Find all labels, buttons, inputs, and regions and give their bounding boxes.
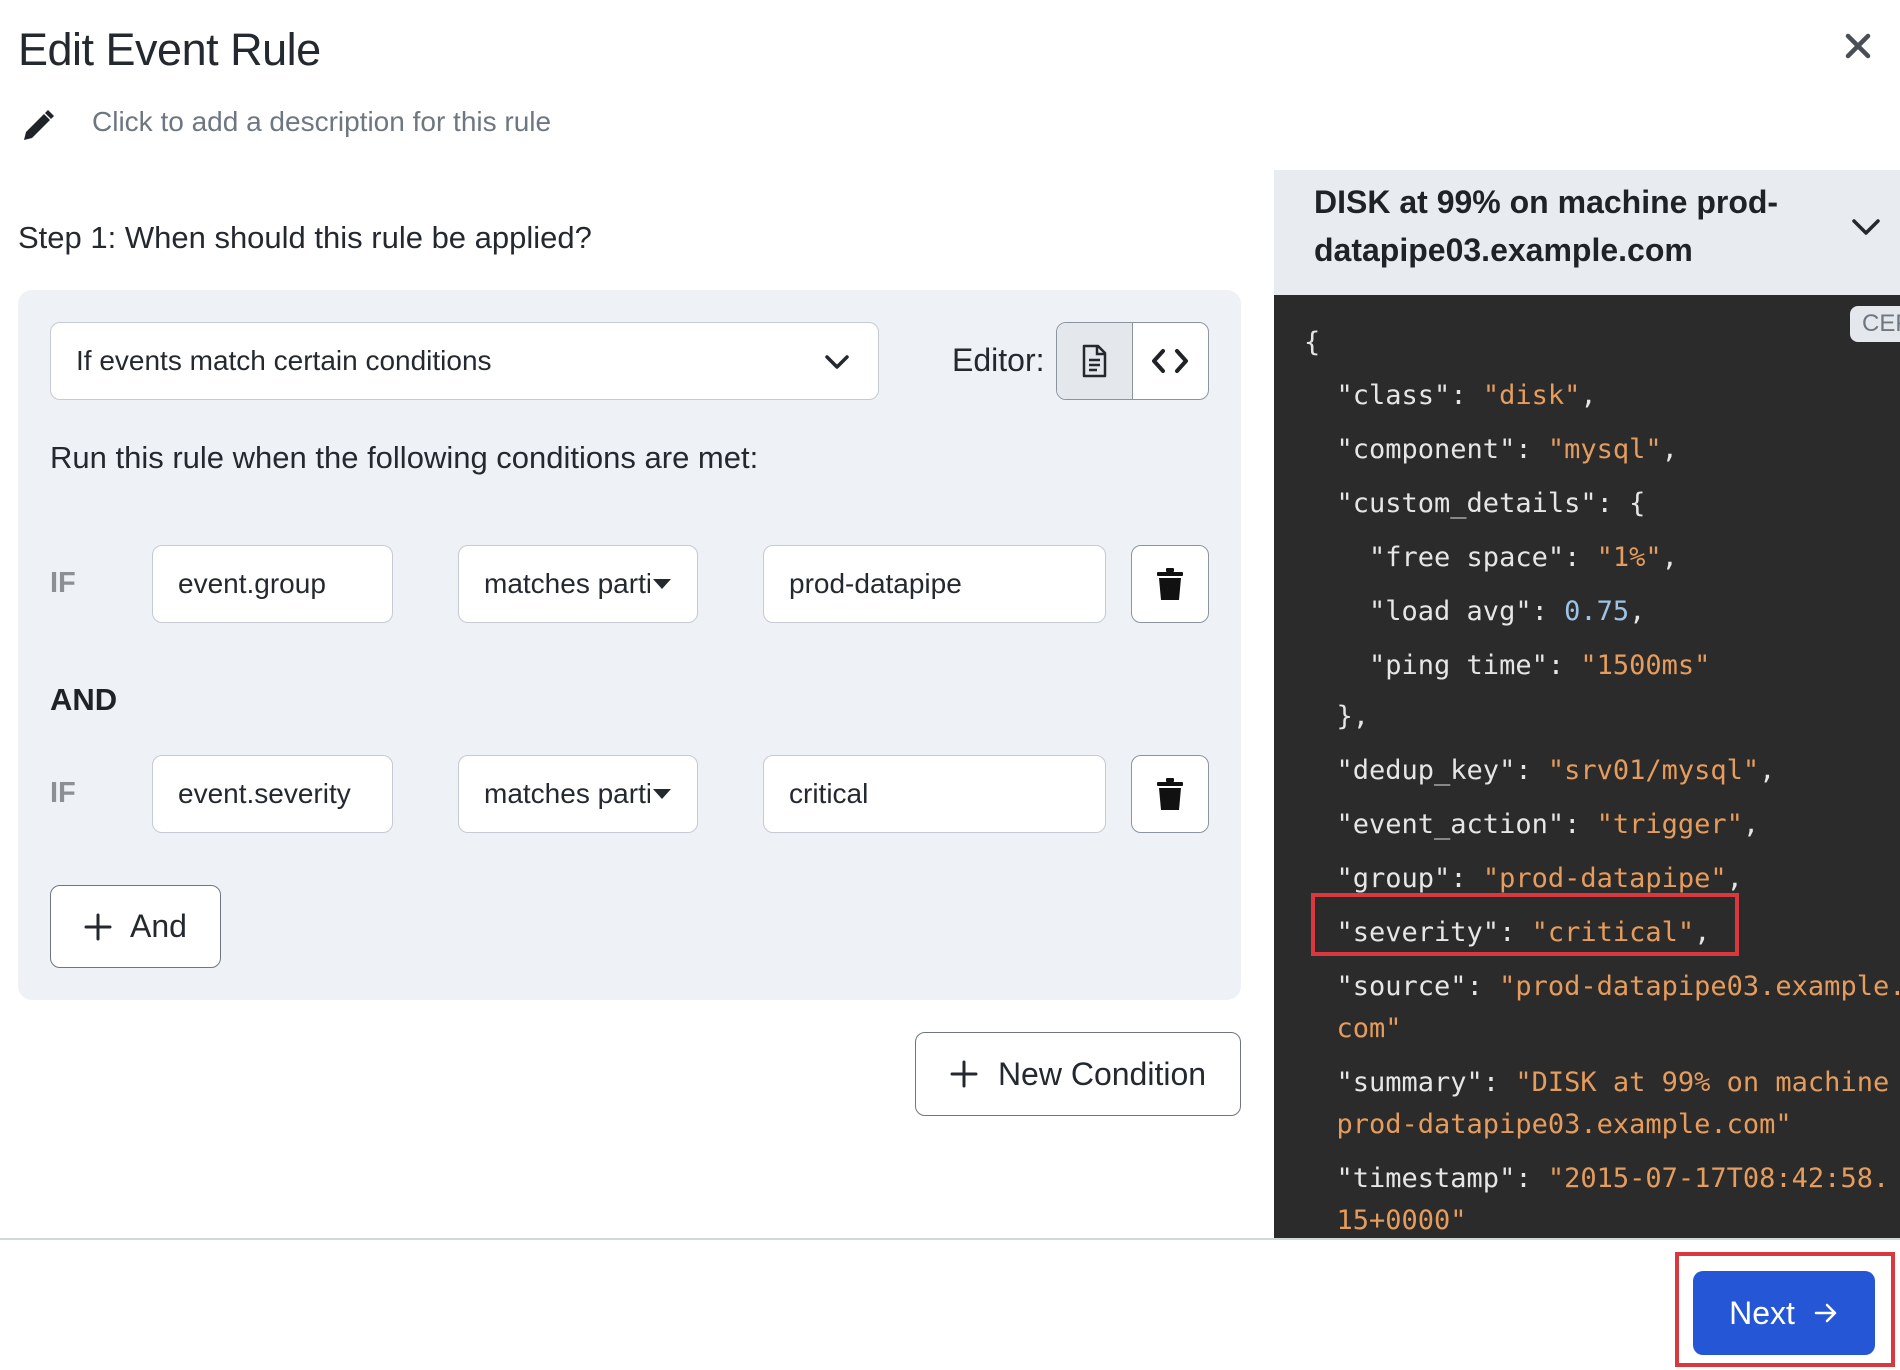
json-line: {: [1304, 327, 1321, 358]
condition-field-input[interactable]: event.severity: [152, 755, 393, 833]
rule-mode-value: If events match certain conditions: [76, 345, 492, 376]
severity-highlight-box: [1311, 893, 1739, 956]
json-line: "custom_details": {: [1304, 488, 1646, 519]
visual-editor-button[interactable]: [1057, 323, 1133, 399]
new-condition-label: New Condition: [997, 1055, 1207, 1092]
json-line: "ping time": "1500ms": [1304, 650, 1711, 681]
add-and-condition-button[interactable]: And: [50, 885, 221, 968]
json-line: 15+0000": [1304, 1205, 1467, 1236]
json-line: prod-datapipe03.example.com": [1304, 1109, 1792, 1140]
json-line: "group": "prod-datapipe",: [1304, 863, 1743, 894]
code-icon: [1152, 349, 1189, 373]
pencil-icon[interactable]: [20, 108, 56, 144]
json-line: com": [1304, 1013, 1402, 1044]
condition-value-input[interactable]: critical: [763, 755, 1106, 833]
condition-value-input[interactable]: prod-datapipe: [763, 545, 1106, 623]
json-line: "free space": "1%",: [1304, 542, 1678, 573]
code-editor-button[interactable]: [1133, 323, 1209, 399]
caret-down-icon: [653, 579, 671, 589]
json-line: "component": "mysql",: [1304, 434, 1678, 465]
dialog-title: Edit Event Rule: [18, 24, 321, 75]
close-icon: [1845, 33, 1871, 59]
delete-condition-button[interactable]: [1131, 545, 1209, 623]
json-line: "dedup_key": "srv01/mysql",: [1304, 755, 1776, 786]
condition-operator-value: matches partially: [484, 778, 650, 809]
plus-icon: [950, 1060, 978, 1088]
conditions-instructions: Run this rule when the following conditi…: [50, 440, 759, 475]
plus-icon: [84, 913, 112, 940]
event-title: DISK at 99% on machine prod-datapipe03.e…: [1314, 184, 1779, 268]
editor-label: Editor:: [952, 342, 1045, 378]
chevron-down-icon: [825, 355, 849, 369]
and-joiner-label: AND: [50, 682, 118, 717]
event-preview-panel: DISK at 99% on machine prod-datapipe03.e…: [1274, 170, 1900, 1238]
condition-if-label: IF: [50, 567, 76, 599]
description-placeholder[interactable]: Click to add a description for this rule: [92, 106, 551, 138]
condition-if-label: IF: [50, 777, 76, 809]
new-condition-button[interactable]: New Condition: [915, 1032, 1241, 1116]
delete-condition-button[interactable]: [1131, 755, 1209, 833]
add-and-label: And: [130, 908, 187, 944]
next-button[interactable]: Next: [1693, 1271, 1875, 1355]
next-label: Next: [1729, 1294, 1795, 1331]
json-line: "event_action": "trigger",: [1304, 809, 1760, 840]
json-line: "summary": "DISK at 99% on machine: [1304, 1067, 1890, 1098]
arrow-right-icon: [1814, 1303, 1837, 1323]
condition-operator-select[interactable]: matches partially: [458, 755, 698, 833]
json-line: "timestamp": "2015-07-17T08:42:58.: [1304, 1163, 1890, 1194]
json-line: "class": "disk",: [1304, 380, 1597, 411]
editor-mode-toggle: [1056, 322, 1209, 400]
caret-down-icon: [653, 789, 671, 799]
condition-field-input[interactable]: event.group: [152, 545, 393, 623]
footer-divider: [0, 1238, 1900, 1240]
json-line: "load avg": 0.75,: [1304, 596, 1646, 627]
chevron-down-icon: [1852, 219, 1880, 235]
step-1-heading: Step 1: When should this rule be applied…: [18, 220, 592, 255]
document-icon: [1083, 344, 1107, 378]
json-line: "source": "prod-datapipe03.example.: [1304, 971, 1900, 1002]
close-button[interactable]: [1836, 24, 1880, 68]
event-selector[interactable]: DISK at 99% on machine prod-datapipe03.e…: [1274, 170, 1900, 295]
rule-mode-select[interactable]: If events match certain conditions: [50, 322, 879, 400]
condition-operator-value: matches partially: [484, 568, 650, 599]
condition-operator-select[interactable]: matches partially: [458, 545, 698, 623]
json-line: },: [1304, 701, 1370, 732]
trash-icon: [1157, 568, 1183, 600]
cef-format-badge[interactable]: CEF: [1850, 306, 1900, 342]
trash-icon: [1157, 778, 1183, 810]
